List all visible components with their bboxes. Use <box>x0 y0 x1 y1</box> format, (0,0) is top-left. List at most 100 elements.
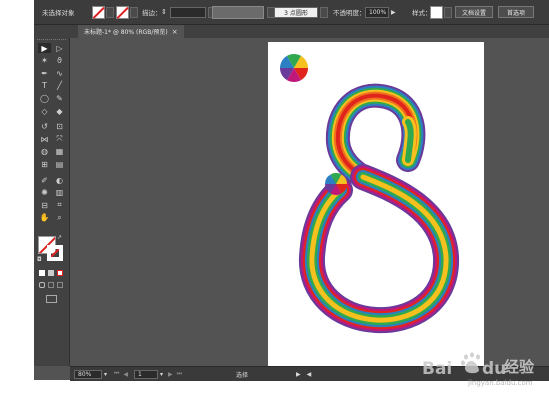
artboard-tool-icon[interactable]: ⊟ <box>38 200 51 210</box>
artboard-nav-next[interactable]: ▶ ⏭ <box>168 367 182 381</box>
artboard-dropdown-icon[interactable]: ▾ <box>160 371 163 378</box>
perspective-tool-icon[interactable]: ▦ <box>53 147 66 157</box>
stroke-swatch[interactable] <box>116 5 129 19</box>
shape-builder-tool-icon[interactable]: ◍ <box>38 147 51 157</box>
panel-grip[interactable] <box>37 39 66 42</box>
next-artboard-icon[interactable]: ▶ <box>168 371 173 378</box>
status-left-icon[interactable]: ◀ <box>307 371 312 378</box>
draw-inside-icon[interactable] <box>57 282 63 288</box>
direct-selection-tool-icon[interactable]: ▷ <box>53 43 66 53</box>
stroke-weight-field[interactable] <box>169 6 206 18</box>
artboard[interactable] <box>268 42 484 366</box>
variable-width-profile[interactable] <box>212 5 264 19</box>
draw-behind-icon[interactable] <box>48 282 54 288</box>
graph-tool-icon[interactable]: ▥ <box>53 188 66 198</box>
brush-dropdown-icon[interactable] <box>320 6 328 18</box>
fill-swatch[interactable] <box>92 5 105 19</box>
document-tab-bar: 未标题-1* @ 80% (RGB/预览) × <box>34 25 549 39</box>
shaper-tool-icon[interactable]: ◇ <box>38 106 51 116</box>
swap-icon[interactable]: ↗ <box>57 234 62 241</box>
brush-tool-icon[interactable]: ✎ <box>53 93 66 103</box>
graphic-style-swatch[interactable] <box>430 5 443 19</box>
watermark-url: jingyan.baidu.com <box>468 379 533 387</box>
gradient-tool-icon[interactable]: ▤ <box>53 159 66 169</box>
opacity-group[interactable]: 100% ▶ <box>365 0 396 24</box>
rotate-tool-icon[interactable]: ↺ <box>38 122 51 132</box>
watermark-text: 经验 <box>504 358 535 376</box>
baidu-watermark: Bai du 经验 jingyan.baidu.com <box>420 350 549 390</box>
eraser-tool-icon[interactable]: ◆ <box>53 106 66 116</box>
slice-tool-icon[interactable]: ⌗ <box>53 200 66 210</box>
default-colors-icon[interactable]: ◘ <box>37 256 42 263</box>
color-wheel-join <box>325 173 347 195</box>
none-mode-icon[interactable] <box>57 270 63 276</box>
pen-tool-icon[interactable]: ✒ <box>38 68 51 78</box>
first-artboard-icon[interactable]: ⏮ <box>114 370 119 378</box>
mesh-tool-icon[interactable]: ⊞ <box>38 159 51 169</box>
lasso-tool-icon[interactable]: ϑ <box>53 56 66 66</box>
rainbow-eight-artwork[interactable] <box>268 42 484 366</box>
stroke-weight-label: 描边： <box>142 9 162 17</box>
stroke-control[interactable] <box>116 0 138 24</box>
color-mode-icon[interactable] <box>39 270 45 276</box>
stroke-weight-group[interactable]: ⇕ <box>161 0 216 24</box>
variable-width-group[interactable] <box>212 0 275 24</box>
zoom-group[interactable]: 80% ▾ <box>74 367 107 381</box>
type-tool-icon[interactable]: T <box>38 81 51 91</box>
document-setup-button[interactable]: 文档设置 <box>455 6 493 18</box>
ellipse-tool-icon[interactable]: ◯ <box>38 93 51 103</box>
canvas-area[interactable] <box>70 38 549 366</box>
zoom-dropdown-icon[interactable]: ▾ <box>104 371 107 378</box>
blend-tool-icon[interactable]: ◐ <box>53 175 66 185</box>
color-wheel-small <box>280 54 308 82</box>
stroke-box[interactable] <box>47 245 63 261</box>
width-tool-icon[interactable]: ⋈ <box>38 134 51 144</box>
eyedropper-tool-icon[interactable]: ✐ <box>38 175 51 185</box>
zoom-tool-icon[interactable]: ⌕ <box>53 213 66 223</box>
fill-control[interactable] <box>92 0 114 24</box>
illustrator-window: 未选择对象 描边： ⇕ 3 点圆形 不透明度： 100% ▶ 样式： 文档设置 … <box>34 0 549 381</box>
hand-tool-icon[interactable]: ✋ <box>38 213 51 223</box>
stroke-stepper-icon[interactable]: ⇕ <box>161 8 167 16</box>
scale-tool-icon[interactable]: ⊡ <box>53 122 66 132</box>
status-play-icon[interactable]: ▶ <box>296 371 301 378</box>
artboard-number-group[interactable]: 1 ▾ <box>134 367 163 381</box>
artboard-number-field[interactable]: 1 <box>134 369 158 379</box>
selection-status: 未选择对象 <box>42 9 75 17</box>
current-tool-label: 选择 <box>236 371 249 379</box>
line-tool-icon[interactable]: ╱ <box>53 81 66 91</box>
prev-artboard-icon[interactable]: ◀ <box>123 371 128 378</box>
control-bar: 未选择对象 描边： ⇕ 3 点圆形 不透明度： 100% ▶ 样式： 文档设置 … <box>34 0 549 25</box>
selection-tool-icon[interactable]: ▶ <box>38 43 51 53</box>
draw-mode-row <box>39 282 63 288</box>
opacity-label: 不透明度： <box>333 9 366 17</box>
last-artboard-icon[interactable]: ⏭ <box>177 370 182 378</box>
color-mode-row <box>39 270 63 276</box>
tab-document-title: 未标题-1* @ 80% (RGB/预览) <box>84 29 168 36</box>
tab-document[interactable]: 未标题-1* @ 80% (RGB/预览) × <box>78 25 184 38</box>
fill-dropdown-icon[interactable] <box>106 6 114 18</box>
svg-text:Bai: Bai <box>422 359 452 379</box>
close-icon[interactable]: × <box>172 28 178 36</box>
screen-mode-icon[interactable] <box>46 295 57 303</box>
style-dropdown-icon[interactable] <box>444 6 452 18</box>
opacity-arrow-icon[interactable]: ▶ <box>391 9 396 16</box>
stroke-dropdown-icon[interactable] <box>130 6 138 18</box>
zoom-field[interactable]: 80% <box>74 369 102 379</box>
style-label: 样式： <box>412 9 432 17</box>
brush-group[interactable]: 3 点圆形 <box>274 0 328 24</box>
symbol-sprayer-tool-icon[interactable]: ✺ <box>38 188 51 198</box>
tools-panel: ▶ ▷ ✶ ϑ ✒ ∿ T ╱ ◯ ✎ ◇ ◆ ↺ ⊡ ⋈ ⤧ ◍ ▦ ⊞ ▤ ✐ ◐ ✺ ▥ ⊟ ⌗ ✋ ⌕ ↗ ◘ <box>34 38 70 366</box>
status-arrows[interactable]: ▶ ◀ <box>296 367 311 381</box>
artboard-nav-prev[interactable]: ⏮ ◀ <box>114 367 128 381</box>
curvature-tool-icon[interactable]: ∿ <box>53 68 66 78</box>
magic-wand-tool-icon[interactable]: ✶ <box>38 56 51 66</box>
brush-definition[interactable]: 3 点圆形 <box>274 6 318 18</box>
free-transform-tool-icon[interactable]: ⤧ <box>53 134 66 144</box>
style-group[interactable] <box>430 0 452 24</box>
opacity-field[interactable]: 100% <box>365 6 389 18</box>
preferences-button[interactable]: 首选项 <box>498 6 534 18</box>
fill-stroke-widget[interactable]: ↗ ◘ <box>37 234 66 264</box>
gradient-mode-icon[interactable] <box>48 270 54 276</box>
draw-normal-icon[interactable] <box>39 282 45 288</box>
